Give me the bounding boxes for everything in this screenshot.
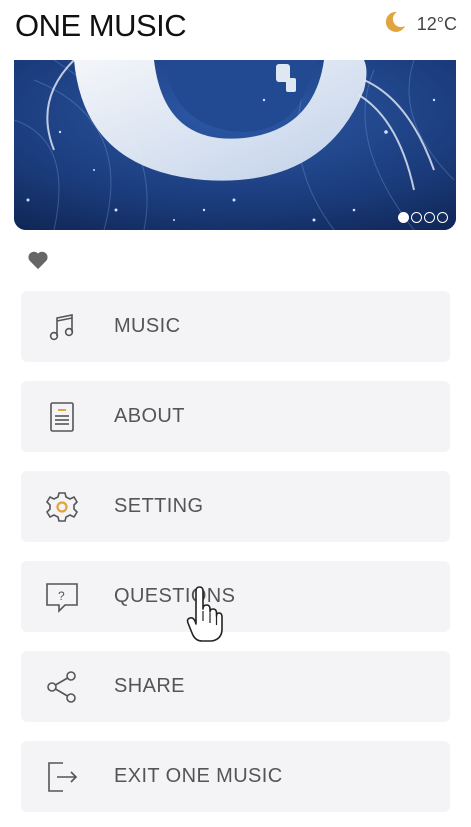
carousel-dot[interactable]	[398, 212, 409, 223]
question-bubble-icon: ?	[45, 580, 79, 614]
heart-icon	[28, 251, 48, 270]
music-note-icon	[45, 310, 79, 344]
moon-icon	[383, 10, 407, 39]
menu-item-music[interactable]: MUSIC	[21, 291, 450, 362]
menu-label: SHARE	[114, 675, 185, 697]
menu-item-exit[interactable]: EXIT ONE MUSIC	[21, 741, 450, 812]
banner-carousel[interactable]	[14, 60, 456, 230]
menu-item-share[interactable]: SHARE	[21, 651, 450, 722]
share-icon	[45, 670, 79, 704]
gear-icon	[45, 490, 79, 524]
hand-pointer-cursor	[186, 585, 224, 643]
menu-label: MUSIC	[114, 315, 181, 337]
app-title: ONE MUSIC	[15, 8, 187, 43]
temperature: 12°C	[416, 14, 457, 34]
carousel-dot[interactable]	[437, 212, 448, 223]
menu-label: ABOUT	[114, 405, 185, 427]
menu-label: EXIT ONE MUSIC	[114, 765, 283, 787]
menu-item-about[interactable]: ABOUT	[21, 381, 450, 452]
carousel-dot[interactable]	[411, 212, 422, 223]
exit-icon	[45, 760, 79, 794]
svg-text:?: ?	[58, 589, 65, 603]
header: ONE MUSIC 12°C	[0, 0, 471, 58]
menu-item-questions[interactable]: ? QUESTIONS	[21, 561, 450, 632]
menu-list: MUSIC ABOUT SETTING ? QUESTIONS SHARE EX…	[21, 291, 450, 827]
menu-label: SETTING	[114, 495, 204, 517]
banner-image	[14, 60, 456, 230]
document-icon	[45, 400, 79, 434]
weather-widget[interactable]: 12°C	[383, 10, 457, 39]
carousel-indicators	[398, 212, 448, 223]
menu-item-setting[interactable]: SETTING	[21, 471, 450, 542]
carousel-dot[interactable]	[424, 212, 435, 223]
like-button[interactable]	[27, 250, 49, 275]
